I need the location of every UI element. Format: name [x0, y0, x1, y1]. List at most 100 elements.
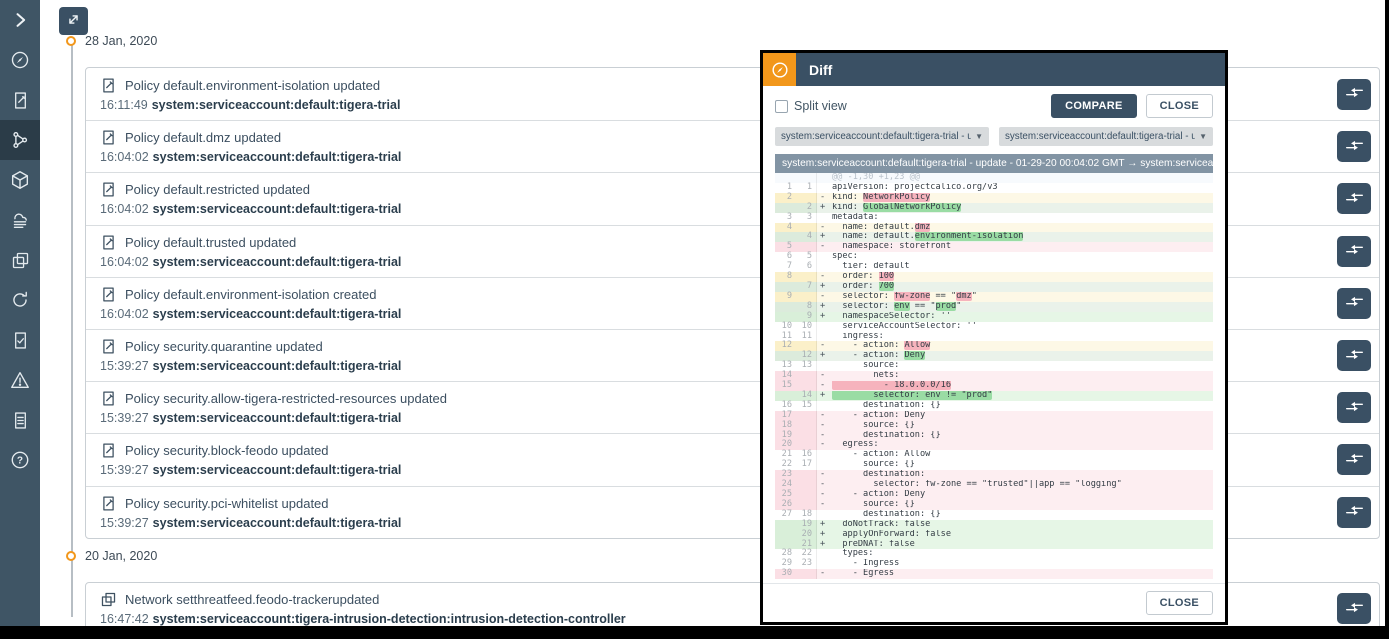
sidebar-item-doc-list[interactable]	[0, 400, 40, 440]
event-account: system:serviceaccount:default:tigera-tri…	[153, 516, 402, 530]
open-diff-button[interactable]	[1337, 79, 1371, 110]
event-title: Policy security.allow-tigera-restricted-…	[125, 391, 447, 406]
event-time: 15:39:27	[100, 411, 149, 425]
event-title: Policy default.environment-isolation upd…	[125, 78, 380, 93]
diff-line: 2+kind: GlobalNetworkPolicy	[775, 203, 1213, 213]
sidebar-item-chevron-right[interactable]	[0, 0, 40, 40]
event-title: Network setthreatfeed.feodo-trackerupdat…	[125, 592, 379, 607]
sidebar-item-cube[interactable]	[0, 160, 40, 200]
sidebar-item-network-graph[interactable]	[0, 120, 40, 160]
event-title: Policy default.environment-isolation cre…	[125, 287, 376, 302]
diff-line: 2822 types:	[775, 549, 1213, 559]
sidebar-item-compass[interactable]	[0, 40, 40, 80]
split-view-label: Split view	[794, 99, 847, 113]
help-circle-icon: ?	[9, 449, 31, 471]
compare-arrows-icon	[1345, 295, 1364, 311]
event-account: system:serviceaccount:default:tigera-tri…	[153, 150, 402, 164]
event-account: system:serviceaccount:default:tigera-tri…	[153, 202, 402, 216]
cloud-stack-icon	[9, 209, 31, 231]
screen-bottom-bar	[0, 626, 1389, 639]
diff-modal: Diff Split view COMPARE CLOSE system:ser…	[760, 50, 1228, 625]
policy-edit-icon	[100, 390, 117, 407]
right-revision-value: system:serviceaccount:default:tigera-tri…	[1005, 131, 1195, 142]
diff-viewer: system:serviceaccount:default:tigera-tri…	[775, 154, 1213, 583]
sidebar-item-cloud-stack[interactable]	[0, 200, 40, 240]
diff-line: 15- - 18.0.0.0/16	[775, 381, 1213, 391]
diff-line: 19+ doNotTrack: false	[775, 520, 1213, 530]
compare-arrows-icon	[1345, 452, 1364, 468]
diff-line: 9+ namespaceSelector: ''	[775, 312, 1213, 322]
timeline-date-label: 20 Jan, 2020	[85, 549, 157, 563]
sidebar-item-help-circle[interactable]: ?	[0, 440, 40, 480]
policy-edit-icon	[100, 286, 117, 303]
compare-arrows-icon	[1345, 601, 1364, 617]
diff-line: 21+ preDNAT: false	[775, 540, 1213, 550]
diff-line: 5- namespace: storefront	[775, 242, 1213, 252]
diff-line: 2217 source: {}	[775, 460, 1213, 470]
diff-line: 2-kind: NetworkPolicy	[775, 193, 1213, 203]
left-revision-select[interactable]: system:serviceaccount:default:tigera-tri…	[775, 127, 989, 146]
event-time: 16:47:42	[100, 612, 149, 626]
diff-line: 33metadata:	[775, 213, 1213, 223]
open-diff-button[interactable]	[1337, 131, 1371, 162]
diff-modal-footer: CLOSE	[763, 583, 1225, 622]
compare-button[interactable]: COMPARE	[1051, 94, 1137, 118]
close-button-bottom[interactable]: CLOSE	[1146, 591, 1213, 615]
compare-arrows-icon	[1345, 86, 1364, 102]
diff-line: 8- order: 100	[775, 272, 1213, 282]
open-diff-button[interactable]	[1337, 392, 1371, 423]
compare-arrows-icon	[1345, 139, 1364, 155]
sidebar-item-circular-arrow[interactable]	[0, 280, 40, 320]
open-diff-button[interactable]	[1337, 236, 1371, 267]
policy-edit-icon	[100, 181, 117, 198]
split-view-toggle[interactable]: Split view	[775, 99, 847, 113]
diff-line: 18- source: {}	[775, 421, 1213, 431]
doc-list-icon	[10, 410, 31, 431]
sidebar-item-doc-edit[interactable]	[0, 80, 40, 120]
diff-line: 76 tier: default	[775, 262, 1213, 272]
event-time: 16:04:02	[100, 255, 149, 269]
diff-line: 11apiVersion: projectcalico.org/v3	[775, 183, 1213, 193]
event-account: system:serviceaccount:tigera-intrusion-d…	[153, 612, 626, 626]
diff-lines: @@ -1,30 +1,23 @@11apiVersion: projectca…	[775, 173, 1213, 579]
diff-line: 17- - action: Deny	[775, 411, 1213, 421]
diff-line: 4+ name: default.environment-isolation	[775, 232, 1213, 242]
expand-timeline-button[interactable]	[59, 7, 88, 35]
diff-line: 1615 destination: {}	[775, 401, 1213, 411]
open-diff-button[interactable]	[1337, 183, 1371, 214]
diff-line: 1111 ingress:	[775, 332, 1213, 342]
sidebar-item-warning-triangle[interactable]	[0, 360, 40, 400]
event-account: system:serviceaccount:default:tigera-tri…	[153, 359, 402, 373]
expand-diagonal-icon	[65, 11, 82, 31]
policy-edit-icon	[100, 442, 117, 459]
open-diff-button[interactable]	[1337, 593, 1371, 624]
open-diff-button[interactable]	[1337, 444, 1371, 475]
policy-edit-icon	[100, 495, 117, 512]
compass-icon	[763, 53, 796, 86]
event-account: system:serviceaccount:default:tigera-tri…	[153, 307, 402, 321]
close-button-top[interactable]: CLOSE	[1146, 94, 1213, 118]
sidebar-item-copy[interactable]	[0, 240, 40, 280]
cube-icon	[9, 169, 31, 191]
compare-arrows-icon	[1345, 243, 1364, 259]
event-title: Policy default.restricted updated	[125, 182, 310, 197]
open-diff-button[interactable]	[1337, 497, 1371, 528]
compare-arrows-icon	[1345, 191, 1364, 207]
event-title: Policy security.pci-whitelist updated	[125, 496, 329, 511]
event-time: 15:39:27	[100, 516, 149, 530]
diff-line: 1313 source:	[775, 361, 1213, 371]
sidebar-item-doc-check[interactable]	[0, 320, 40, 360]
event-account: system:serviceaccount:default:tigera-tri…	[153, 411, 402, 425]
split-view-checkbox[interactable]	[775, 100, 788, 113]
event-account: system:serviceaccount:default:tigera-tri…	[153, 255, 402, 269]
copy-icon	[100, 591, 117, 608]
open-diff-button[interactable]	[1337, 288, 1371, 319]
open-diff-button[interactable]	[1337, 340, 1371, 371]
diff-modal-body: Split view COMPARE CLOSE system:servicea…	[763, 86, 1225, 583]
diff-line: @@ -1,30 +1,23 @@	[775, 173, 1213, 183]
diff-line: 2718 destination: {}	[775, 510, 1213, 520]
right-revision-select[interactable]: system:serviceaccount:default:tigera-tri…	[999, 127, 1213, 146]
doc-edit-icon	[10, 90, 31, 111]
timeline-date-marker	[66, 36, 76, 46]
event-time: 16:04:02	[100, 150, 149, 164]
